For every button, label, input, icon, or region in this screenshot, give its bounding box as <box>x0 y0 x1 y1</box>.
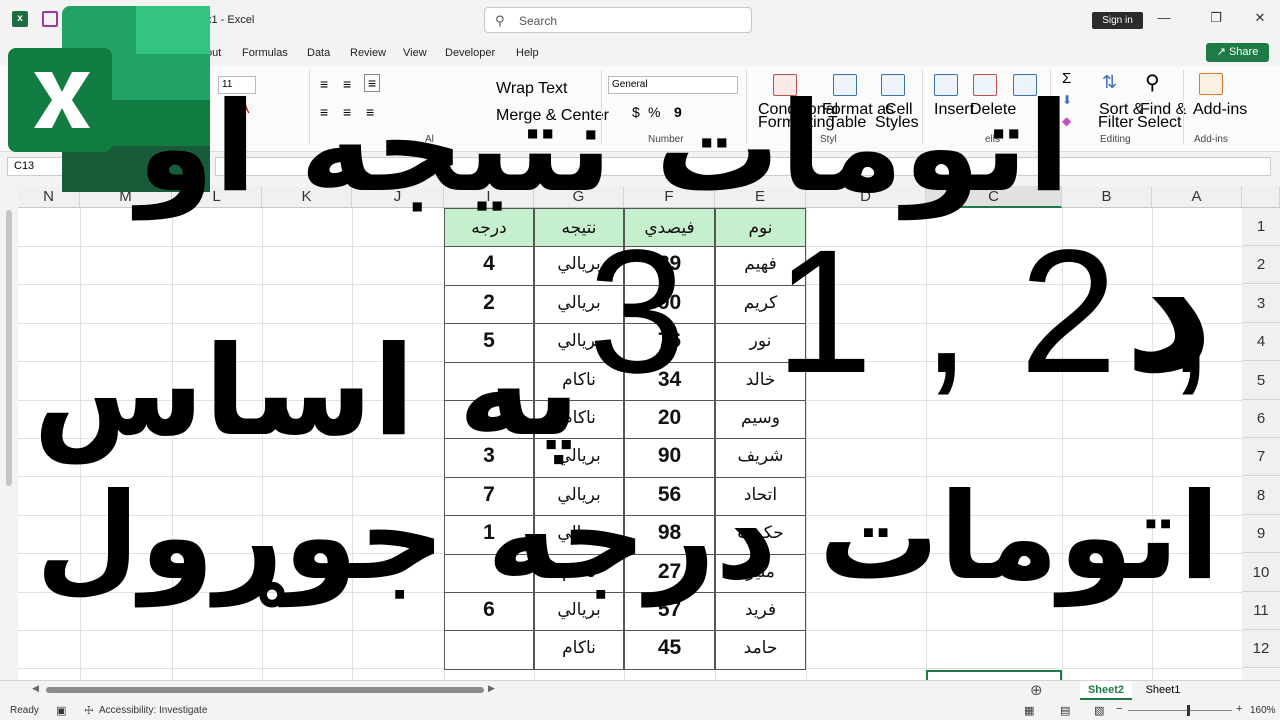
zoom-in-icon[interactable]: + <box>1236 703 1242 715</box>
selected-cell[interactable] <box>926 670 1062 680</box>
status-bar: Ready ▣ ☩ Accessibility: Investigate ▦ ▤… <box>0 700 1280 720</box>
row-header[interactable]: 1 <box>1242 208 1280 246</box>
row-header[interactable]: 3 <box>1242 284 1280 323</box>
sign-in-button[interactable]: Sign in <box>1092 12 1143 29</box>
normal-view-icon[interactable]: ▦ <box>1024 704 1034 717</box>
zoom-slider-thumb[interactable] <box>1187 705 1190 716</box>
macro-record-icon[interactable]: ▣ <box>56 704 66 717</box>
overlay-title-line1: اتومات نتيجه او <box>136 76 1070 220</box>
sort-filter-label-2[interactable]: Filter <box>1098 114 1134 132</box>
share-icon: ↗ <box>1216 46 1226 58</box>
vertical-scroll-thumb[interactable] <box>6 210 12 486</box>
share-label: Share <box>1228 46 1259 58</box>
accessibility-status[interactable]: Accessibility: Investigate <box>99 705 207 716</box>
row-header[interactable]: 6 <box>1242 400 1280 438</box>
document-title: x1 - Excel <box>206 14 255 26</box>
column-header[interactable]: B <box>1062 186 1152 208</box>
search-placeholder: Search <box>519 14 558 28</box>
overlay-title-line4: اتومات درجه جوړول <box>35 468 1220 607</box>
grade-cell[interactable] <box>444 630 534 670</box>
page-layout-view-icon[interactable]: ▤ <box>1060 704 1070 717</box>
row-header[interactable]: 12 <box>1242 630 1280 669</box>
zoom-slider[interactable] <box>1128 710 1232 711</box>
column-header[interactable]: A <box>1152 186 1242 208</box>
grade-cell[interactable]: 2 <box>444 284 534 325</box>
status-ready: Ready <box>10 705 39 716</box>
percent-cell[interactable]: 45 <box>624 630 715 670</box>
find-select-label-2[interactable]: Select <box>1137 114 1181 132</box>
sort-filter-icon: ⇅ <box>1102 72 1118 92</box>
tab-view[interactable]: View <box>403 47 427 59</box>
add-ins-icon <box>1199 73 1223 95</box>
row-header[interactable]: 4 <box>1242 323 1280 362</box>
row-header[interactable]: 8 <box>1242 476 1280 515</box>
name-cell[interactable]: حامد <box>715 630 806 670</box>
excel-window: x x1 - Excel ⚲ Search Sign in — ❐ ✕ out … <box>0 0 1280 720</box>
select-all-corner[interactable] <box>1242 186 1280 208</box>
accessibility-icon: ☩ <box>84 705 94 717</box>
minimize-icon[interactable]: — <box>1152 10 1176 30</box>
add-ins-button[interactable]: Add-ins <box>1193 101 1247 119</box>
tab-data[interactable]: Data <box>307 47 330 59</box>
tab-help[interactable]: Help <box>516 47 539 59</box>
row-header[interactable]: 11 <box>1242 592 1280 630</box>
zoom-out-icon[interactable]: − <box>1116 703 1122 715</box>
tab-developer[interactable]: Developer <box>445 47 495 59</box>
search-icon: ⚲ <box>495 13 505 28</box>
row-header[interactable]: 9 <box>1242 515 1280 554</box>
restore-icon[interactable]: ❐ <box>1204 10 1228 30</box>
result-cell[interactable]: ناکام <box>534 630 624 670</box>
sheet-tab-sheet1[interactable]: Sheet1 <box>1138 681 1188 700</box>
row-header[interactable]: 2 <box>1242 246 1280 285</box>
add-sheet-icon[interactable]: ⊕ <box>1030 681 1043 699</box>
close-icon[interactable]: ✕ <box>1248 10 1272 30</box>
ribbon-separator <box>1183 70 1184 144</box>
overlay-title-line2-numbers: 1 , 2 , <box>775 214 1216 410</box>
find-select-icon: ⚲ <box>1145 72 1160 94</box>
tab-review[interactable]: Review <box>350 47 386 59</box>
row-header[interactable]: 5 <box>1242 361 1280 400</box>
tab-formulas[interactable]: Formulas <box>242 47 288 59</box>
grade-cell[interactable]: 4 <box>444 246 534 286</box>
overlay-title-line2-number3: 3 <box>588 214 686 410</box>
row-header[interactable]: 7 <box>1242 438 1280 477</box>
page-break-view-icon[interactable]: ▧ <box>1094 704 1104 717</box>
sheet-tab-sheet2[interactable]: Sheet2 <box>1080 681 1132 700</box>
overlay-title-line3: په اساس <box>32 320 580 464</box>
row-header[interactable]: 10 <box>1242 553 1280 592</box>
scroll-right-icon[interactable]: ▶ <box>488 683 495 694</box>
group-label-add-ins: Add-ins <box>1194 134 1228 145</box>
share-button[interactable]: ↗ Share <box>1206 43 1269 62</box>
group-label-editing: Editing <box>1100 134 1131 145</box>
horizontal-scroll-thumb[interactable] <box>46 687 484 693</box>
zoom-level[interactable]: 160% <box>1250 705 1276 716</box>
scroll-left-icon[interactable]: ◀ <box>32 683 39 694</box>
search-input[interactable]: ⚲ Search <box>484 7 752 33</box>
